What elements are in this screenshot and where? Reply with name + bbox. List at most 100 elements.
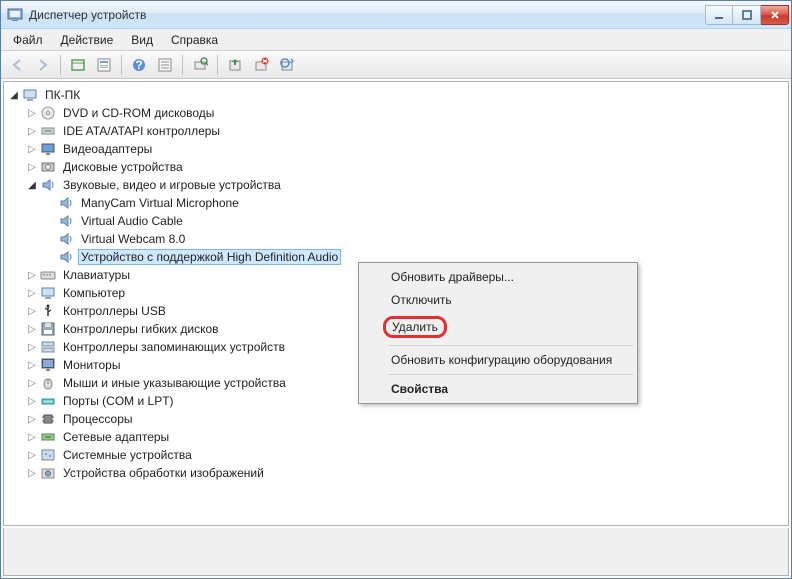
collapse-toggle-icon[interactable]: ◢: [26, 179, 38, 191]
expand-toggle-icon[interactable]: ▷: [26, 467, 38, 479]
tree-node[interactable]: ▷ Сетевые адаптеры: [6, 428, 786, 446]
tree-label[interactable]: Контроллеры USB: [60, 303, 169, 319]
computer-icon: [22, 87, 38, 103]
usb-icon: [40, 303, 56, 319]
expand-toggle-icon[interactable]: ▷: [26, 431, 38, 443]
tree-node[interactable]: ▷ IDE ATA/ATAPI контроллеры: [6, 122, 786, 140]
floppy-icon: [40, 321, 56, 337]
expand-toggle-icon[interactable]: ▷: [26, 341, 38, 353]
statusbar: [3, 528, 789, 576]
sound-icon: [58, 231, 74, 247]
tree-label[interactable]: Сетевые адаптеры: [60, 429, 172, 445]
context-properties[interactable]: Свойства: [361, 378, 635, 400]
tree-label[interactable]: Звуковые, видео и игровые устройства: [60, 177, 284, 193]
tree-node[interactable]: ▷ Устройства обработки изображений: [6, 464, 786, 482]
toolbar-disable-device-button[interactable]: [275, 53, 299, 77]
display-icon: [40, 141, 56, 157]
tree-node[interactable]: ▷ Системные устройства: [6, 446, 786, 464]
tree-node[interactable]: ▷Virtual Audio Cable: [6, 212, 786, 230]
expand-toggle-icon[interactable]: ▷: [26, 323, 38, 335]
network-icon: [40, 429, 56, 445]
tree-label[interactable]: Дисковые устройства: [60, 159, 186, 175]
sound-icon: [58, 195, 74, 211]
expand-toggle-icon[interactable]: ▷: [26, 161, 38, 173]
menu-справка[interactable]: Справка: [163, 31, 226, 49]
tree-label[interactable]: Контроллеры запоминающих устройств: [60, 339, 288, 355]
tree-label[interactable]: Контроллеры гибких дисков: [60, 321, 222, 337]
ide-icon: [40, 123, 56, 139]
context-menu: Обновить драйверы...Отключить Удалить Обно…: [358, 262, 638, 404]
tree-label[interactable]: DVD и CD-ROM дисководы: [60, 105, 217, 121]
context-scan[interactable]: Обновить конфигурацию оборудования: [361, 349, 635, 371]
maximize-button[interactable]: [733, 5, 761, 25]
tree-label[interactable]: Видеоадаптеры: [60, 141, 155, 157]
tree-label[interactable]: Мониторы: [60, 357, 123, 373]
toolbar-properties-button[interactable]: [92, 53, 116, 77]
window-controls: [705, 5, 789, 25]
tree-node[interactable]: ▷ DVD и CD-ROM дисководы: [6, 104, 786, 122]
tree-label[interactable]: ManyCam Virtual Microphone: [78, 195, 242, 211]
storage-icon: [40, 339, 56, 355]
app-icon: [7, 7, 23, 23]
tree-label[interactable]: IDE ATA/ATAPI контроллеры: [60, 123, 223, 139]
computer-icon: [40, 285, 56, 301]
toolbar-help-button[interactable]: ?: [127, 53, 151, 77]
close-button[interactable]: [761, 5, 789, 25]
expand-toggle-icon[interactable]: ▷: [26, 395, 38, 407]
tree-label[interactable]: Virtual Webcam 8.0: [78, 231, 188, 247]
expand-toggle-icon[interactable]: ▷: [26, 413, 38, 425]
expand-toggle-icon[interactable]: ▷: [26, 125, 38, 137]
menu-действие[interactable]: Действие: [53, 31, 122, 49]
tree-label[interactable]: Мыши и иные указывающие устройства: [60, 375, 289, 391]
tree-node[interactable]: ◢ Звуковые, видео и игровые устройства: [6, 176, 786, 194]
tree-label[interactable]: Процессоры: [60, 411, 136, 427]
tree-label[interactable]: Клавиатуры: [60, 267, 133, 283]
tree-label[interactable]: Системные устройства: [60, 447, 195, 463]
tree-label[interactable]: Порты (COM и LPT): [60, 393, 177, 409]
tree-node[interactable]: ▷ManyCam Virtual Microphone: [6, 194, 786, 212]
toolbar-uninstall-device-button[interactable]: [249, 53, 273, 77]
expand-toggle-icon[interactable]: ▷: [26, 305, 38, 317]
toolbar: ?: [1, 51, 791, 79]
highlight-annotation: Удалить: [383, 316, 447, 338]
toolbar-update-driver-button[interactable]: [223, 53, 247, 77]
tree-node[interactable]: ▷ Видеоадаптеры: [6, 140, 786, 158]
expand-toggle-icon[interactable]: ▷: [26, 287, 38, 299]
menubar: ФайлДействиеВидСправка: [1, 29, 791, 51]
menu-вид[interactable]: Вид: [123, 31, 161, 49]
tree-label[interactable]: Устройства обработки изображений: [60, 465, 267, 481]
expand-toggle-icon[interactable]: ▷: [26, 143, 38, 155]
port-icon: [40, 393, 56, 409]
sound-icon: [58, 249, 74, 265]
tree-node[interactable]: ◢ ПК-ПК: [6, 86, 786, 104]
tree-label[interactable]: ПК-ПК: [42, 87, 83, 103]
context-disable[interactable]: Отключить: [361, 289, 635, 311]
tree-node[interactable]: ▷Virtual Webcam 8.0: [6, 230, 786, 248]
expand-toggle-icon[interactable]: ▷: [26, 449, 38, 461]
collapse-toggle-icon[interactable]: ◢: [8, 89, 20, 101]
disc-icon: [40, 105, 56, 121]
toolbar-scan-hardware-button[interactable]: [188, 53, 212, 77]
minimize-button[interactable]: [705, 5, 733, 25]
window-title: Диспетчер устройств: [29, 8, 705, 22]
sound-icon: [58, 213, 74, 229]
tree-node[interactable]: ▷ Дисковые устройства: [6, 158, 786, 176]
svg-text:?: ?: [135, 58, 142, 72]
context-update-drivers[interactable]: Обновить драйверы...: [361, 266, 635, 288]
monitor-icon: [40, 357, 56, 373]
tree-node[interactable]: ▷ Процессоры: [6, 410, 786, 428]
expand-toggle-icon[interactable]: ▷: [26, 107, 38, 119]
toolbar-show-hidden-button[interactable]: [66, 53, 90, 77]
toolbar-back-button: [5, 53, 29, 77]
tree-label[interactable]: Virtual Audio Cable: [78, 213, 186, 229]
tree-label[interactable]: Компьютер: [60, 285, 128, 301]
toolbar-details-button[interactable]: [153, 53, 177, 77]
menu-файл[interactable]: Файл: [5, 31, 51, 49]
context-uninstall[interactable]: Удалить: [361, 312, 635, 342]
expand-toggle-icon[interactable]: ▷: [26, 359, 38, 371]
sound-icon: [40, 177, 56, 193]
expand-toggle-icon[interactable]: ▷: [26, 269, 38, 281]
titlebar[interactable]: Диспетчер устройств: [1, 1, 791, 29]
expand-toggle-icon[interactable]: ▷: [26, 377, 38, 389]
tree-label[interactable]: Устройство с поддержкой High Definition …: [78, 249, 341, 265]
